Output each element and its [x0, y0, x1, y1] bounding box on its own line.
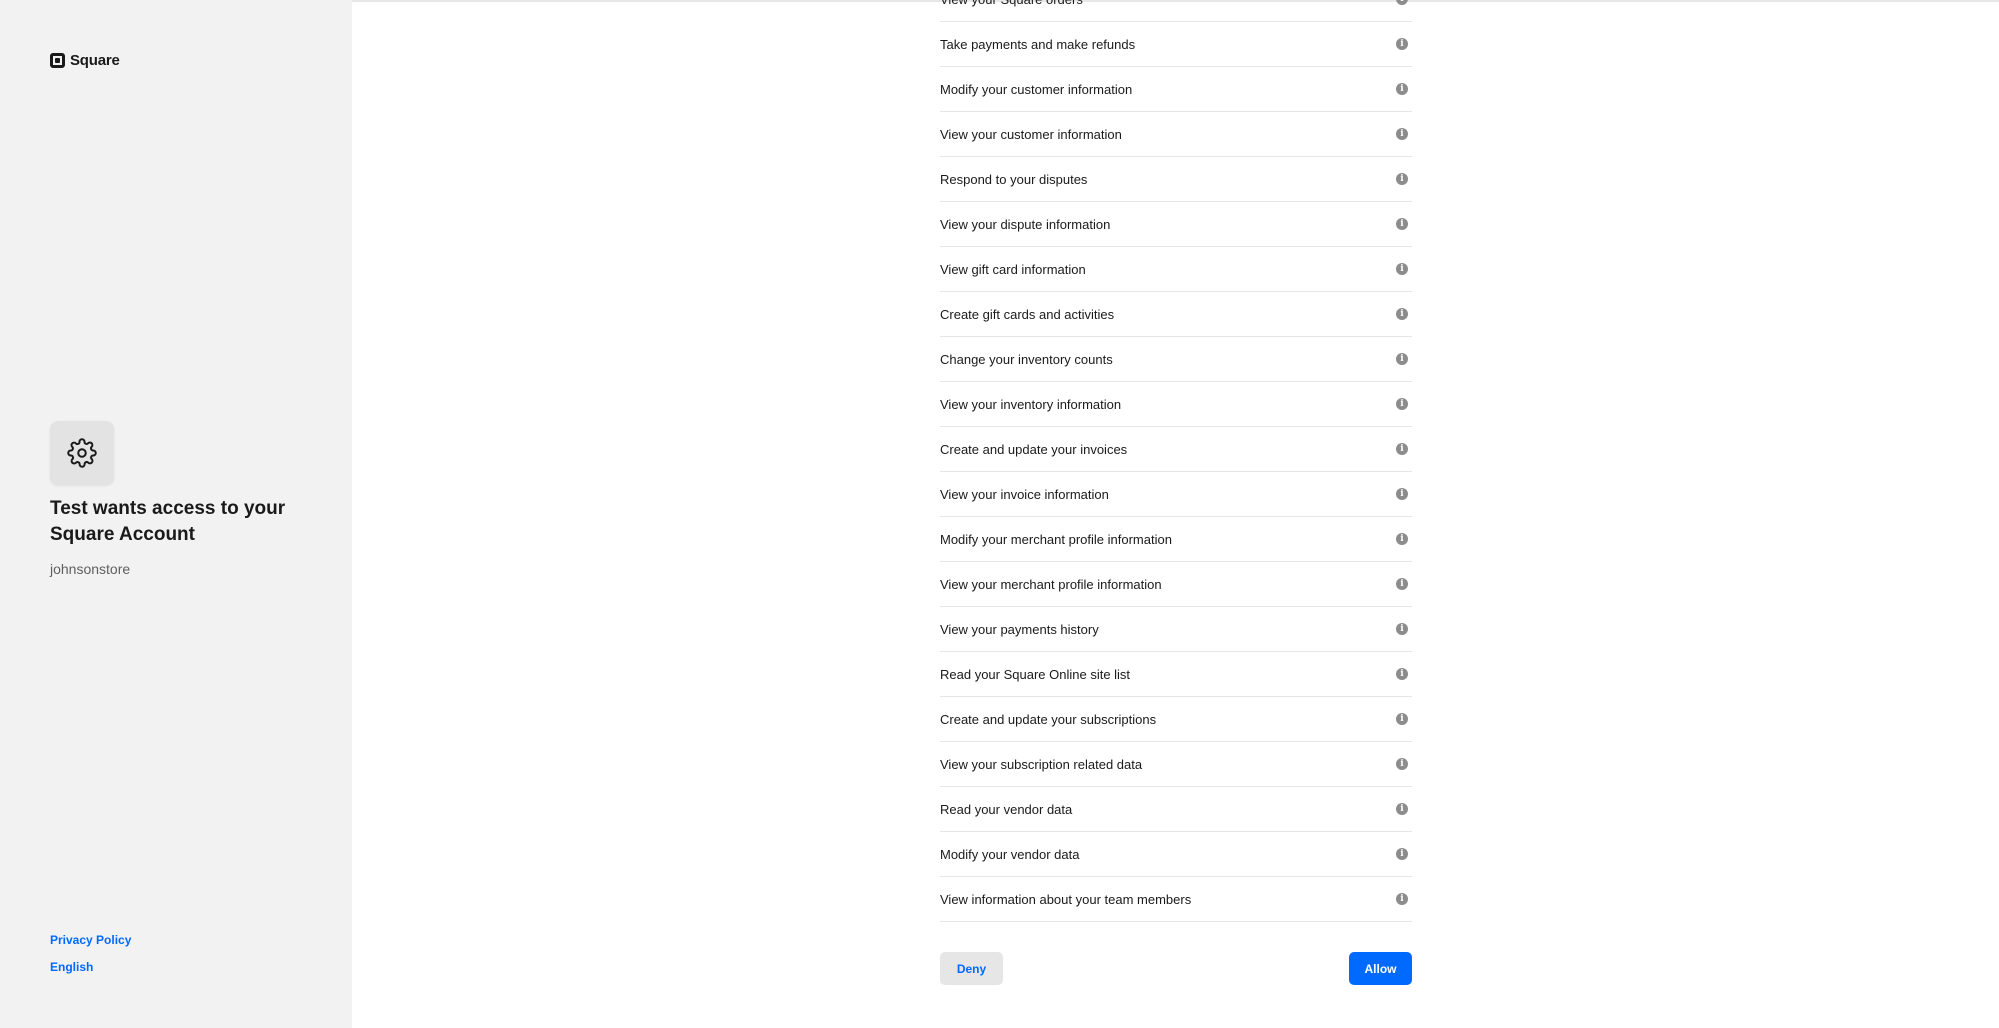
permission-item: View information about your team members…	[940, 877, 1412, 922]
permission-label: View your customer information	[940, 126, 1122, 142]
permission-item: Read your Square Online site list i	[940, 652, 1412, 697]
permission-label: View your inventory information	[940, 396, 1122, 412]
permission-label: View your Square orders	[940, 0, 1083, 7]
info-icon[interactable]: i	[1396, 83, 1408, 95]
info-icon[interactable]: i	[1396, 668, 1408, 680]
permission-item: Take payments and make refunds i	[940, 22, 1412, 67]
permission-label: Read your vendor data	[940, 801, 1073, 817]
permission-item: View your payments history i	[940, 607, 1412, 652]
permission-label: Modify your merchant profile information	[940, 531, 1172, 547]
info-icon[interactable]: i	[1396, 893, 1408, 905]
brand-name: Square	[70, 52, 120, 69]
permission-label: Take payments and make refunds	[940, 36, 1136, 52]
info-icon[interactable]: i	[1396, 38, 1408, 50]
deny-button[interactable]: Deny	[940, 952, 1003, 985]
info-icon[interactable]: i	[1396, 713, 1408, 725]
permission-item: View your subscription related data i	[940, 742, 1412, 787]
brand[interactable]: Square	[50, 52, 120, 69]
info-icon[interactable]: i	[1396, 533, 1408, 545]
permission-label: Modify your customer information	[940, 81, 1133, 97]
permission-label: View gift card information	[940, 261, 1086, 277]
permission-label: Modify your vendor data	[940, 846, 1080, 862]
info-icon[interactable]: i	[1396, 173, 1408, 185]
permission-item: Modify your vendor data i	[940, 832, 1412, 877]
info-icon[interactable]: i	[1396, 578, 1408, 590]
permission-label: Change your inventory counts	[940, 351, 1113, 367]
permission-label: Create and update your subscriptions	[940, 711, 1157, 727]
permission-label: View information about your team members	[940, 891, 1192, 907]
permission-item: View your invoice information i	[940, 472, 1412, 517]
account-name: johnsonstore	[50, 561, 131, 577]
info-icon[interactable]: i	[1396, 308, 1408, 320]
footer-links: Privacy Policy English	[50, 933, 131, 975]
info-icon[interactable]: i	[1396, 803, 1408, 815]
info-icon[interactable]: i	[1396, 623, 1408, 635]
permission-label: View your dispute information	[940, 216, 1111, 232]
permission-label: Respond to your disputes	[940, 171, 1088, 187]
permissions-list: View your Square ordersiTake payments an…	[940, 0, 1412, 922]
permission-item: View your customer information i	[940, 112, 1412, 157]
info-icon[interactable]: i	[1396, 218, 1408, 230]
permission-item: Read your vendor data i	[940, 787, 1412, 832]
allow-button[interactable]: Allow	[1349, 952, 1412, 985]
info-icon[interactable]: i	[1396, 488, 1408, 500]
permission-item: Create gift cards and activities i	[940, 292, 1412, 337]
permission-label: View your merchant profile information	[940, 576, 1162, 592]
app-icon-tile	[50, 421, 114, 485]
permission-item: View your merchant profile information i	[940, 562, 1412, 607]
info-icon[interactable]: i	[1396, 443, 1408, 455]
sidebar: Square Test wants access to your Square …	[0, 0, 352, 1028]
consent-actions: Deny Allow	[940, 952, 1412, 985]
info-icon[interactable]: i	[1396, 398, 1408, 410]
access-request-title: Test wants access to your Square Account	[50, 498, 286, 545]
permission-item: View your dispute information i	[940, 202, 1412, 247]
permission-label: View your payments history	[940, 621, 1099, 637]
permission-item: Change your inventory counts i	[940, 337, 1412, 382]
permission-item: View your Square orders i	[940, 0, 1412, 22]
info-icon[interactable]: i	[1396, 848, 1408, 860]
gear-icon	[67, 438, 97, 468]
info-icon[interactable]: i	[1396, 128, 1408, 140]
permission-item: Modify your customer information i	[940, 67, 1412, 112]
info-icon[interactable]: i	[1396, 758, 1408, 770]
square-logo-icon	[50, 53, 65, 68]
permission-label: Read your Square Online site list	[940, 666, 1131, 682]
permission-item: Modify your merchant profile information…	[940, 517, 1412, 562]
privacy-policy-link[interactable]: Privacy Policy	[50, 933, 131, 948]
permission-item: Create and update your invoices i	[940, 427, 1412, 472]
info-icon[interactable]: i	[1396, 263, 1408, 275]
permission-label: View your subscription related data	[940, 756, 1143, 772]
permission-item: Create and update your subscriptions i	[940, 697, 1412, 742]
permission-item: View your inventory information i	[940, 382, 1412, 427]
permission-label: Create and update your invoices	[940, 441, 1128, 457]
permission-label: Create gift cards and activities	[940, 306, 1115, 322]
permission-item: Respond to your disputes i	[940, 157, 1412, 202]
permission-label: View your invoice information	[940, 486, 1109, 502]
language-selector-link[interactable]: English	[50, 960, 131, 975]
info-icon[interactable]: i	[1396, 353, 1408, 365]
permission-item: View gift card information i	[940, 247, 1412, 292]
info-icon[interactable]: i	[1396, 0, 1408, 5]
